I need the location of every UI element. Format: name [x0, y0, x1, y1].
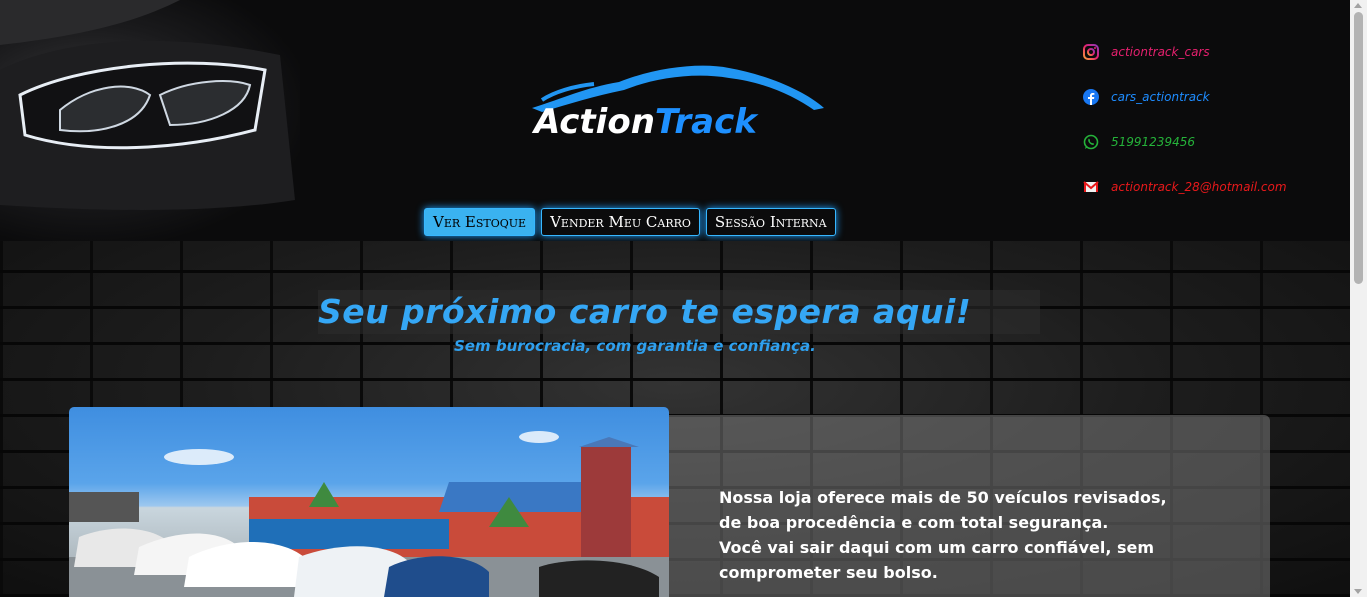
store-description: Nossa loja oferece mais de 50 veículos r… — [719, 485, 1239, 585]
vertical-scrollbar[interactable] — [1350, 0, 1367, 597]
description-line: Nossa loja oferece mais de 50 veículos r… — [719, 488, 1167, 507]
actiontrack-logo[interactable]: ActionTrack — [524, 60, 834, 150]
instagram-icon — [1083, 44, 1099, 60]
main-nav: Ver Estoque Vender Meu Carro Sessão Inte… — [424, 208, 836, 236]
hero-subtitle: Sem burocracia, com garantia e confiança… — [454, 337, 816, 355]
car-headlight-image — [0, 0, 300, 241]
contact-facebook-text: cars_actiontrack — [1111, 90, 1210, 104]
description-line: comprometer seu bolso. — [719, 563, 938, 582]
site-header: ActionTrack Ver Estoque Vender Meu Carro… — [0, 0, 1350, 241]
contact-email[interactable]: actiontrack_28@hotmail.com — [1083, 177, 1287, 197]
mail-icon — [1083, 179, 1099, 195]
contact-facebook[interactable]: cars_actiontrack — [1083, 87, 1287, 107]
hero-title: Seu próximo carro te espera aqui! — [318, 290, 1040, 334]
logo-word-track: Track — [654, 102, 757, 142]
description-line: Você vai sair daqui com um carro confiáv… — [719, 538, 1155, 557]
scroll-up-arrow-icon[interactable] — [1354, 3, 1362, 8]
contact-email-text: actiontrack_28@hotmail.com — [1111, 180, 1287, 194]
contact-whatsapp-text: 51991239456 — [1111, 135, 1195, 149]
logo-wordmark: ActionTrack — [534, 102, 757, 142]
contact-list: actiontrack_cars cars_actiontrack 519912… — [1083, 42, 1287, 197]
store-photo — [69, 407, 669, 597]
whatsapp-icon — [1083, 134, 1099, 150]
scroll-thumb[interactable] — [1354, 12, 1363, 284]
nav-button-sessao-interna[interactable]: Sessão Interna — [705, 208, 836, 236]
logo-word-action: Action — [534, 102, 655, 142]
description-line: de boa procedência e com total segurança… — [719, 513, 1109, 532]
contact-instagram-text: actiontrack_cars — [1111, 45, 1210, 59]
scroll-down-arrow-icon[interactable] — [1354, 589, 1362, 594]
contact-instagram[interactable]: actiontrack_cars — [1083, 42, 1287, 62]
facebook-icon — [1083, 89, 1099, 105]
nav-button-vender-meu-carro[interactable]: Vender Meu Carro — [541, 208, 700, 236]
contact-whatsapp[interactable]: 51991239456 — [1083, 132, 1287, 152]
nav-button-ver-estoque[interactable]: Ver Estoque — [424, 208, 536, 236]
